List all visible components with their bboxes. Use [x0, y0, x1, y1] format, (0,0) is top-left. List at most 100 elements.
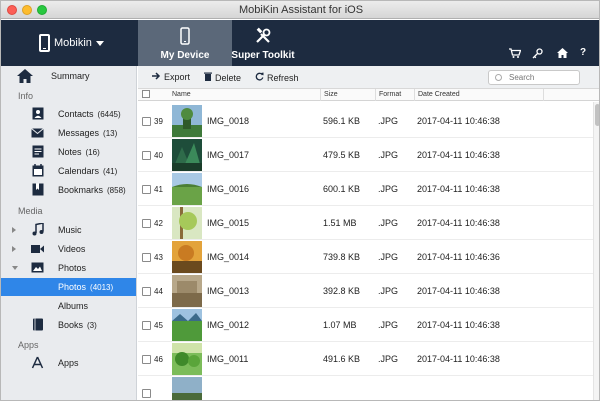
sidebar-item-calendars[interactable]: Calendars (41)	[1, 162, 136, 180]
row-checkbox[interactable]	[142, 219, 151, 228]
cart-icon[interactable]	[509, 48, 522, 61]
file-format: .JPG	[378, 116, 399, 126]
column-divider	[320, 89, 321, 101]
photo-thumbnail	[172, 275, 202, 307]
sidebar-item-label: Messages	[58, 128, 100, 138]
item-count: (858)	[107, 186, 126, 195]
table-row[interactable]: 45 IMG_0012 1.07 MB .JPG 2017-04-11 10:4…	[138, 308, 593, 342]
trash-icon	[204, 72, 212, 83]
row-checkbox[interactable]	[142, 321, 151, 330]
sidebar-item-books[interactable]: Books (3)	[1, 316, 136, 334]
column-header-date[interactable]: Date Created	[418, 91, 460, 98]
table-row[interactable]: 41 IMG_0016 600.1 KB .JPG 2017-04-11 10:…	[138, 172, 593, 206]
title-bar: MobiKin Assistant for iOS	[1, 1, 599, 19]
column-divider	[543, 89, 544, 101]
sidebar-item-apps[interactable]: Apps	[1, 354, 136, 372]
sidebar-item-photos[interactable]: Photos	[1, 259, 136, 277]
search-icon	[495, 74, 502, 81]
collapse-arrow-icon[interactable]	[12, 266, 18, 270]
item-count: (41)	[103, 167, 118, 176]
sidebar-item-label: Videos	[58, 244, 86, 254]
table-row[interactable]: 40 IMG_0017 479.5 KB .JPG 2017-04-11 10:…	[138, 138, 593, 172]
refresh-icon	[255, 72, 264, 83]
row-number: 42	[154, 219, 163, 228]
column-header-name[interactable]: Name	[172, 91, 191, 98]
tab-super-toolkit[interactable]: Super Toolkit	[216, 20, 310, 66]
row-checkbox[interactable]	[142, 253, 151, 262]
device-selector[interactable]: Mobikin	[39, 34, 104, 52]
file-size: 392.8 KB	[323, 286, 361, 296]
file-size: 1.07 MB	[323, 320, 357, 330]
file-format: .JPG	[378, 150, 399, 160]
books-icon	[31, 318, 44, 331]
vertical-scrollbar[interactable]	[593, 102, 599, 400]
select-all-checkbox[interactable]	[142, 90, 150, 98]
column-divider	[414, 89, 415, 101]
photo-thumbnail	[172, 343, 202, 375]
photo-thumbnail	[172, 173, 202, 205]
help-icon[interactable]: ?	[580, 48, 586, 58]
file-format: .JPG	[378, 184, 399, 194]
photo-thumbnail	[172, 377, 202, 400]
file-name: IMG_0016	[207, 184, 250, 194]
row-checkbox[interactable]	[142, 185, 151, 194]
row-number: 45	[154, 321, 163, 330]
file-size: 600.1 KB	[323, 184, 361, 194]
sidebar-item-videos[interactable]: Videos	[1, 240, 136, 258]
sidebar-item-messages[interactable]: Messages (13)	[1, 124, 136, 142]
sidebar-item-notes[interactable]: Notes (16)	[1, 143, 136, 161]
item-count: (3)	[87, 321, 97, 330]
sidebar-item-photos-sub[interactable]: Photos (4013)	[1, 278, 136, 296]
expand-arrow-icon[interactable]	[12, 246, 16, 252]
table-row[interactable]: 46 IMG_0011 491.6 KB .JPG 2017-04-11 10:…	[138, 342, 593, 376]
home-icon[interactable]	[557, 48, 568, 61]
sidebar-item-music[interactable]: Music	[1, 221, 136, 239]
row-number: 40	[154, 151, 163, 160]
row-checkbox[interactable]	[142, 355, 151, 364]
music-icon	[31, 223, 44, 236]
window-title: MobiKin Assistant for iOS	[238, 4, 364, 16]
sidebar-item-summary[interactable]: Summary	[1, 67, 136, 85]
export-button[interactable]: Export	[152, 72, 190, 82]
photo-thumbnail	[172, 139, 202, 171]
item-count: (6445)	[97, 110, 121, 119]
file-name: IMG_0015	[207, 218, 250, 228]
item-count: (4013)	[90, 283, 114, 292]
file-size: 596.1 KB	[323, 116, 361, 126]
row-checkbox[interactable]	[142, 287, 151, 296]
table-row[interactable]: 39 IMG_0018 596.1 KB .JPG 2017-04-11 10:…	[138, 104, 593, 138]
delete-button[interactable]: Delete	[204, 72, 241, 83]
sidebar-item-label: Calendars	[58, 166, 100, 176]
date-created: 2017-04-11 10:46:38	[417, 116, 500, 126]
file-name: IMG_0012	[207, 320, 250, 330]
row-checkbox[interactable]	[142, 389, 151, 398]
photo-thumbnail	[172, 309, 202, 341]
refresh-button[interactable]: Refresh	[255, 72, 299, 83]
sidebar-item-albums[interactable]: Albums	[1, 297, 136, 315]
key-icon[interactable]	[532, 48, 543, 62]
row-number: 41	[154, 185, 163, 194]
sidebar-item-label: Apps	[58, 358, 79, 368]
table-row[interactable]: 44 IMG_0013 392.8 KB .JPG 2017-04-11 10:…	[138, 274, 593, 308]
sidebar: Summary Info Contacts (6445) Messages (13)…	[1, 66, 137, 400]
file-format: .JPG	[378, 218, 399, 228]
file-size: 491.6 KB	[323, 354, 361, 364]
messages-icon	[31, 126, 44, 139]
app-header: Mobikin My Device Super Toolkit ?	[1, 20, 599, 66]
date-created: 2017-04-11 10:46:38	[417, 218, 500, 228]
table-row[interactable]	[138, 376, 593, 400]
item-count: (16)	[85, 148, 100, 157]
file-name: IMG_0011	[207, 354, 249, 364]
table-row[interactable]: 43 IMG_0014 739.8 KB .JPG 2017-04-11 10:…	[138, 240, 593, 274]
sidebar-item-contacts[interactable]: Contacts (6445)	[1, 105, 136, 123]
column-header-size[interactable]: Size	[324, 91, 338, 98]
row-number: 43	[154, 253, 163, 262]
row-checkbox[interactable]	[142, 151, 151, 160]
table-header: Name Size Format Date Created	[138, 89, 599, 101]
table-row[interactable]: 42 IMG_0015 1.51 MB .JPG 2017-04-11 10:4…	[138, 206, 593, 240]
column-header-format[interactable]: Format	[379, 91, 401, 98]
scrollbar-thumb[interactable]	[595, 104, 599, 126]
sidebar-item-bookmarks[interactable]: Bookmarks (858)	[1, 181, 136, 199]
expand-arrow-icon[interactable]	[12, 227, 16, 233]
row-checkbox[interactable]	[142, 117, 151, 126]
